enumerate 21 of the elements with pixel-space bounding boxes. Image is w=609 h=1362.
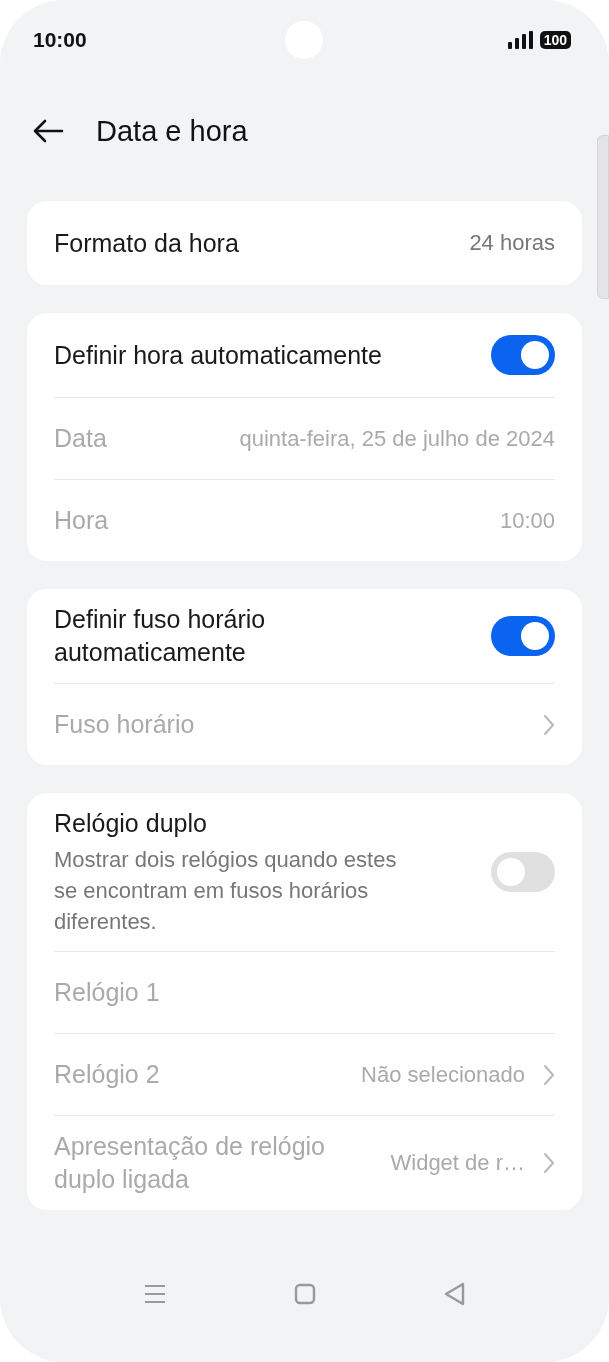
setting-value: 24 horas	[469, 230, 555, 256]
back-arrow-icon[interactable]	[32, 119, 64, 143]
toggle-switch[interactable]	[491, 335, 555, 375]
setting-value: Widget de r…	[390, 1150, 525, 1176]
page-title: Data e hora	[96, 114, 248, 148]
battery-level: 100	[539, 31, 571, 49]
home-square-icon[interactable]	[293, 1283, 316, 1305]
setting-label: Definir hora automaticamente	[54, 339, 382, 371]
toggle-switch[interactable]	[491, 616, 555, 656]
setting-value: Não selecionado	[361, 1061, 525, 1088]
status-time: 10:00	[33, 28, 87, 52]
menu-icon[interactable]	[143, 1284, 166, 1304]
setting-label: Relógio duplo	[54, 808, 208, 839]
setting-row[interactable]: Formato da hora 24 horas	[54, 201, 555, 285]
setting-value: 10:00	[499, 507, 555, 534]
signal-icon	[507, 31, 534, 49]
setting-label: Definir fuso horário automaticamente	[54, 604, 267, 668]
toggle-switch[interactable]	[491, 852, 555, 892]
setting-value: quinta-feira, 25 de julho de 2024	[239, 425, 555, 452]
setting-description: Mostrar dois relógios quando estes se encontram em fusos horários diferentes.	[54, 846, 398, 936]
back-triangle-icon[interactable]	[443, 1282, 466, 1306]
